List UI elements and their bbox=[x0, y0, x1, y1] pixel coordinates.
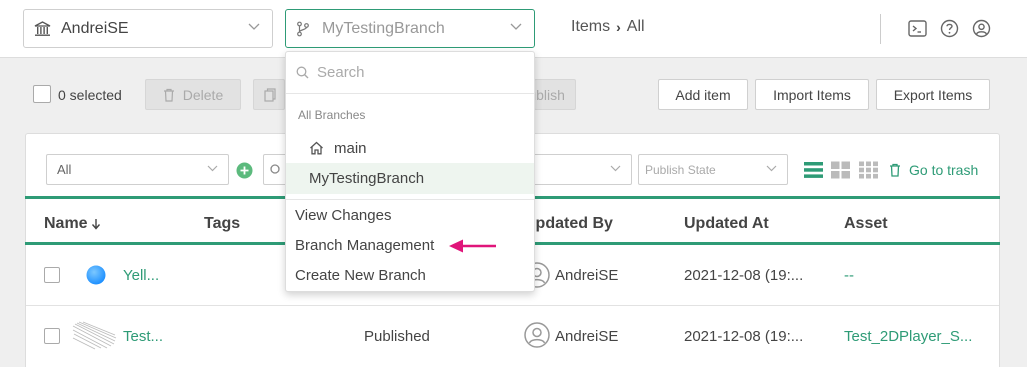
column-header-asset[interactable]: Asset bbox=[844, 215, 888, 233]
chevron-down-icon bbox=[766, 165, 777, 172]
create-new-branch-item[interactable]: Create New Branch bbox=[286, 267, 534, 284]
bank-icon bbox=[34, 20, 51, 37]
sort-down-icon bbox=[91, 218, 101, 230]
delete-button[interactable]: Delete bbox=[145, 79, 241, 110]
org-selector[interactable]: AndreiSE bbox=[23, 9, 273, 48]
chevron-down-icon bbox=[207, 165, 218, 172]
publish-state-filter[interactable]: Publish State bbox=[638, 154, 788, 185]
export-items-label: Export Items bbox=[893, 86, 973, 103]
chevron-down-icon bbox=[248, 23, 260, 31]
branch-name: MyTestingBranch bbox=[322, 19, 445, 37]
copy-icon bbox=[264, 87, 276, 102]
column-asset-label: Asset bbox=[844, 215, 888, 232]
go-to-trash-link[interactable]: Go to trash bbox=[889, 162, 978, 178]
add-item-label: Add item bbox=[675, 86, 731, 103]
branch-item-mytestingbranch[interactable]: MyTestingBranch bbox=[286, 163, 534, 194]
branch-icon bbox=[296, 21, 310, 37]
branch-selector[interactable]: MyTestingBranch bbox=[285, 9, 535, 48]
publish-state-placeholder: Publish State bbox=[645, 162, 716, 177]
topbar-divider bbox=[880, 14, 881, 44]
import-items-label: Import Items bbox=[773, 86, 851, 103]
chevron-down-icon bbox=[610, 165, 621, 172]
column-header-tags[interactable]: Tags bbox=[204, 215, 240, 233]
import-items-button[interactable]: Import Items bbox=[755, 79, 869, 110]
branch-dropdown-menu: Search All Branches main MyTestingBranch… bbox=[285, 51, 535, 292]
column-name-label: Name bbox=[44, 215, 88, 232]
breadcrumb-current: All bbox=[626, 18, 645, 35]
row-updated-by: AndreiSE bbox=[555, 267, 619, 284]
user-avatar-icon bbox=[524, 322, 550, 348]
branch-search-input[interactable]: Search bbox=[296, 64, 365, 81]
column-header-updated-at[interactable]: Updated At bbox=[684, 215, 769, 233]
duplicate-button[interactable] bbox=[253, 79, 285, 110]
column-header-updated-by[interactable]: Updated By bbox=[524, 215, 613, 233]
search-icon bbox=[296, 66, 309, 79]
row-asset-link[interactable]: Test_2DPlayer_S... bbox=[844, 328, 972, 345]
item-name-link[interactable]: Test... bbox=[123, 328, 163, 345]
home-icon bbox=[309, 141, 324, 155]
view-changes-item[interactable]: View Changes bbox=[286, 207, 534, 224]
add-item-button[interactable]: Add item bbox=[658, 79, 748, 110]
row-updated-by: AndreiSE bbox=[555, 328, 619, 345]
view-changes-label: View Changes bbox=[295, 207, 392, 224]
branches-group-label: All Branches bbox=[298, 108, 366, 122]
table-row[interactable]: Test... Published AndreiSE 2021-12-08 (1… bbox=[26, 306, 999, 367]
help-icon[interactable] bbox=[940, 19, 959, 38]
status-filter[interactable] bbox=[530, 154, 632, 185]
item-name-link[interactable]: Yell... bbox=[123, 267, 159, 284]
publish-button[interactable]: Publish bbox=[534, 79, 576, 110]
column-header-name[interactable]: Name bbox=[44, 215, 101, 233]
publish-label: Publish bbox=[535, 86, 565, 103]
grid-view-icon[interactable] bbox=[831, 161, 850, 179]
top-bar: AndreiSE MyTestingBranch Items › All bbox=[0, 0, 1027, 58]
trash-icon bbox=[889, 163, 901, 177]
delete-label: Delete bbox=[182, 86, 224, 103]
menu-divider bbox=[286, 199, 534, 200]
annotation-arrow-icon bbox=[448, 238, 498, 254]
create-new-branch-label: Create New Branch bbox=[295, 267, 426, 284]
org-name: AndreiSE bbox=[61, 19, 129, 37]
breadcrumb-items[interactable]: Items bbox=[571, 18, 610, 36]
search-icon bbox=[270, 163, 282, 176]
branch-search-placeholder: Search bbox=[317, 64, 365, 81]
type-filter[interactable]: All bbox=[46, 154, 229, 185]
user-icon[interactable] bbox=[972, 19, 991, 38]
type-filter-value: All bbox=[57, 162, 72, 177]
branch-management-label: Branch Management bbox=[295, 237, 435, 254]
branch-item-main[interactable]: main bbox=[286, 134, 534, 162]
row-checkbox[interactable] bbox=[44, 328, 60, 344]
row-status: Published bbox=[364, 328, 430, 345]
add-filter-icon[interactable] bbox=[236, 162, 253, 179]
selected-count: 0 selected bbox=[58, 87, 122, 103]
row-updated-at: 2021-12-08 (19:... bbox=[684, 328, 804, 345]
item-thumbnail bbox=[86, 265, 106, 285]
branch-current-label: MyTestingBranch bbox=[309, 170, 425, 187]
export-items-button[interactable]: Export Items bbox=[876, 79, 990, 110]
branch-main-label: main bbox=[334, 139, 367, 157]
select-all-checkbox[interactable] bbox=[33, 85, 51, 103]
breadcrumb-separator: › bbox=[616, 19, 621, 35]
small-grid-view-icon[interactable] bbox=[859, 161, 878, 179]
column-tags-label: Tags bbox=[204, 215, 241, 232]
row-updated-at: 2021-12-08 (19:... bbox=[684, 267, 804, 284]
chevron-down-icon bbox=[510, 23, 522, 31]
list-view-icon[interactable] bbox=[804, 161, 823, 179]
column-updated-at-label: Updated At bbox=[684, 215, 769, 232]
item-thumbnail bbox=[71, 320, 117, 350]
menu-divider bbox=[286, 93, 534, 94]
breadcrumb: Items › All bbox=[571, 18, 645, 36]
terminal-icon[interactable] bbox=[908, 19, 927, 38]
row-checkbox[interactable] bbox=[44, 267, 60, 283]
row-asset-link[interactable]: -- bbox=[844, 267, 854, 284]
column-updated-by-label: Updated By bbox=[524, 215, 613, 232]
trash-icon bbox=[163, 88, 175, 102]
go-to-trash-label: Go to trash bbox=[909, 162, 979, 178]
